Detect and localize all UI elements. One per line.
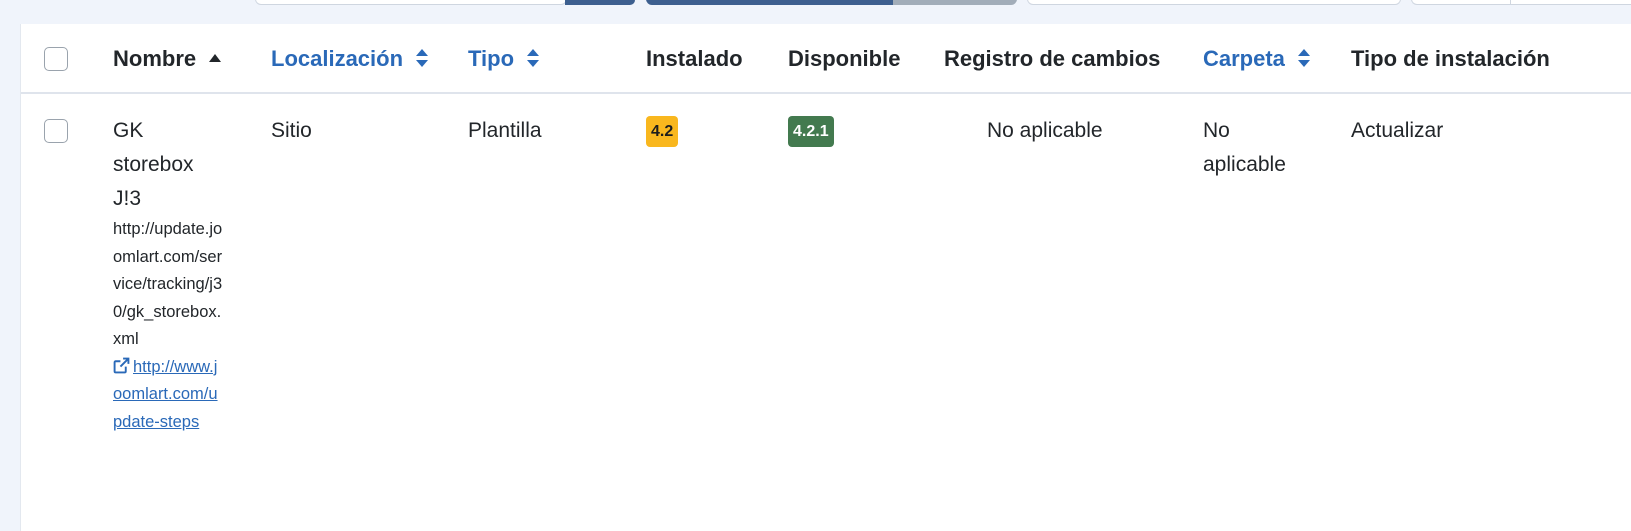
- update-url: http://update.joomlart.com/service/track…: [113, 220, 223, 348]
- search-button[interactable]: [565, 0, 635, 5]
- updates-table: Nombre Localización Tipo Instalado Dispo…: [20, 24, 1631, 531]
- select-all-checkbox[interactable]: [44, 47, 68, 71]
- column-header-label: Nombre: [113, 46, 197, 71]
- column-header-instalado: Instalado: [646, 46, 743, 71]
- install-type-cell: Actualizar: [1351, 119, 1444, 142]
- column-header-tipo[interactable]: Tipo: [468, 46, 540, 72]
- row-checkbox[interactable]: [44, 119, 68, 143]
- column-header-registro: Registro de cambios: [944, 46, 1161, 71]
- column-header-tipo-instalacion: Tipo de instalación: [1351, 46, 1550, 71]
- available-version-badge: 4.2.1: [788, 116, 834, 147]
- toolbar-strip: [0, 0, 1631, 22]
- sort-icon: [527, 49, 540, 68]
- column-header-label: Tipo: [468, 46, 515, 71]
- info-link[interactable]: http://www.joomlart.com/update-steps: [113, 354, 225, 437]
- column-header-carpeta[interactable]: Carpeta: [1203, 46, 1311, 72]
- external-link-icon: [113, 357, 130, 373]
- changelog-cell: No aplicable: [987, 119, 1103, 142]
- list-limit-select[interactable]: [1411, 0, 1631, 5]
- type-cell: Plantilla: [468, 119, 542, 142]
- column-header-localizacion[interactable]: Localización: [271, 46, 429, 72]
- column-header-disponible: Disponible: [788, 46, 901, 71]
- extension-name-cell: GK storebox J!3 http://update.joomlart.c…: [113, 114, 225, 436]
- sort-icon: [416, 49, 429, 68]
- installed-version-badge: 4.2: [646, 116, 679, 147]
- caret-up-icon: [209, 54, 222, 63]
- column-header-label: Carpeta: [1203, 46, 1285, 71]
- sort-select[interactable]: [1027, 0, 1401, 5]
- folder-cell: No aplicable: [1203, 119, 1286, 176]
- search-input[interactable]: [255, 0, 567, 5]
- table-header-row: Nombre Localización Tipo Instalado Dispo…: [21, 24, 1631, 94]
- sort-icon: [1298, 49, 1311, 68]
- column-header-label: Localización: [271, 46, 404, 71]
- extension-name: GK storebox J!3: [113, 119, 194, 210]
- clear-button[interactable]: [893, 0, 1017, 5]
- column-header-nombre[interactable]: Nombre: [113, 46, 222, 72]
- location-cell: Sitio: [271, 119, 312, 142]
- filter-options-button[interactable]: [646, 0, 894, 5]
